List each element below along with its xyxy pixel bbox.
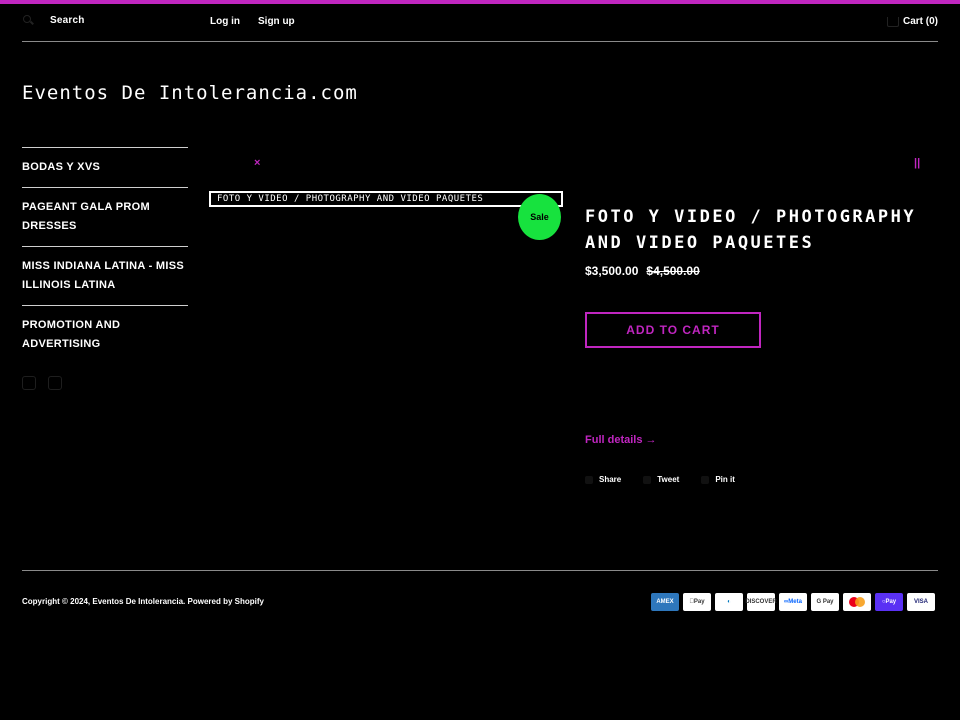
cart-link[interactable]: Cart (0) (886, 16, 938, 27)
payment-icons: AMEX Pay ◐ DISCOVER ∞Meta G Pay ○Pay VI… (651, 593, 935, 611)
login-link[interactable]: Log in (210, 16, 240, 27)
product-title: FOTO Y VIDEO / PHOTOGRAPHY AND VIDEO PAQ… (585, 207, 917, 253)
apple-pay-icon: Pay (683, 593, 711, 611)
facebook-icon[interactable] (22, 376, 36, 390)
discover-icon: DISCOVER (745, 593, 777, 611)
diners-club-icon: ◐ (715, 593, 743, 611)
search-label: Search (50, 14, 85, 26)
account-links: Log in Sign up (210, 16, 295, 27)
share-label: Share (599, 475, 622, 484)
price-current: $3,500.00 (585, 264, 639, 278)
share-buttons: Share Tweet Pin it (585, 475, 735, 484)
copyright: Copyright © 2024, Eventos De Intoleranci… (22, 597, 264, 606)
cart-label: Cart (0) (902, 16, 938, 27)
mastercard-icon (843, 593, 871, 611)
pin-label: Pin it (715, 475, 735, 484)
top-accent-bar (0, 0, 960, 4)
full-details-link[interactable]: Full details → (585, 434, 657, 446)
add-to-cart-button[interactable]: ADD TO CART (585, 312, 761, 348)
search-icon (22, 14, 34, 26)
sale-badge: Sale (518, 194, 561, 240)
share-twitter-button[interactable]: Tweet (643, 475, 679, 484)
share-facebook-button[interactable]: Share (585, 475, 621, 484)
sidebar-item-promotion[interactable]: PROMOTION AND ADVERTISING (22, 305, 188, 364)
google-pay-icon: G Pay (811, 593, 839, 611)
top-bar: Search Log in Sign up Cart (0) (22, 12, 938, 32)
pinterest-icon (701, 475, 710, 484)
meta-pay-icon: ∞Meta (779, 593, 807, 611)
site-title[interactable]: Eventos De Intolerancia.com (22, 82, 358, 104)
visa-icon: VISA (907, 593, 935, 611)
tweet-label: Tweet (657, 475, 680, 484)
instagram-icon[interactable] (48, 376, 62, 390)
sidebar-item-bodas[interactable]: BODAS Y XVS (22, 147, 188, 187)
sidebar-item-miss-latina[interactable]: MISS INDIANA LATINA - MISS ILLINOIS LATI… (22, 246, 188, 305)
share-pinterest-button[interactable]: Pin it (701, 475, 735, 484)
gallery-prev-marker[interactable]: × (254, 157, 260, 169)
facebook-icon (585, 475, 593, 484)
sidebar-item-pageant-dresses[interactable]: PAGEANT GALA PROM DRESSES (22, 187, 188, 246)
shop-pay-icon: ○Pay (875, 593, 903, 611)
header-divider (22, 41, 938, 42)
twitter-icon (643, 475, 652, 484)
footer-divider (22, 570, 938, 571)
amex-icon: AMEX (651, 593, 679, 611)
product-image-alt[interactable]: FOTO Y VIDEO / PHOTOGRAPHY AND VIDEO PAQ… (209, 191, 563, 207)
cart-icon (886, 16, 899, 27)
product-prices: $3,500.00 $4,500.00 (585, 264, 700, 278)
price-compare: $4,500.00 (646, 264, 700, 278)
sidebar-nav: BODAS Y XVS PAGEANT GALA PROM DRESSES MI… (22, 147, 188, 390)
gallery-next-marker[interactable]: || (914, 157, 920, 169)
search-link[interactable]: Search (22, 14, 85, 26)
social-links (22, 376, 188, 390)
signup-link[interactable]: Sign up (258, 16, 295, 27)
